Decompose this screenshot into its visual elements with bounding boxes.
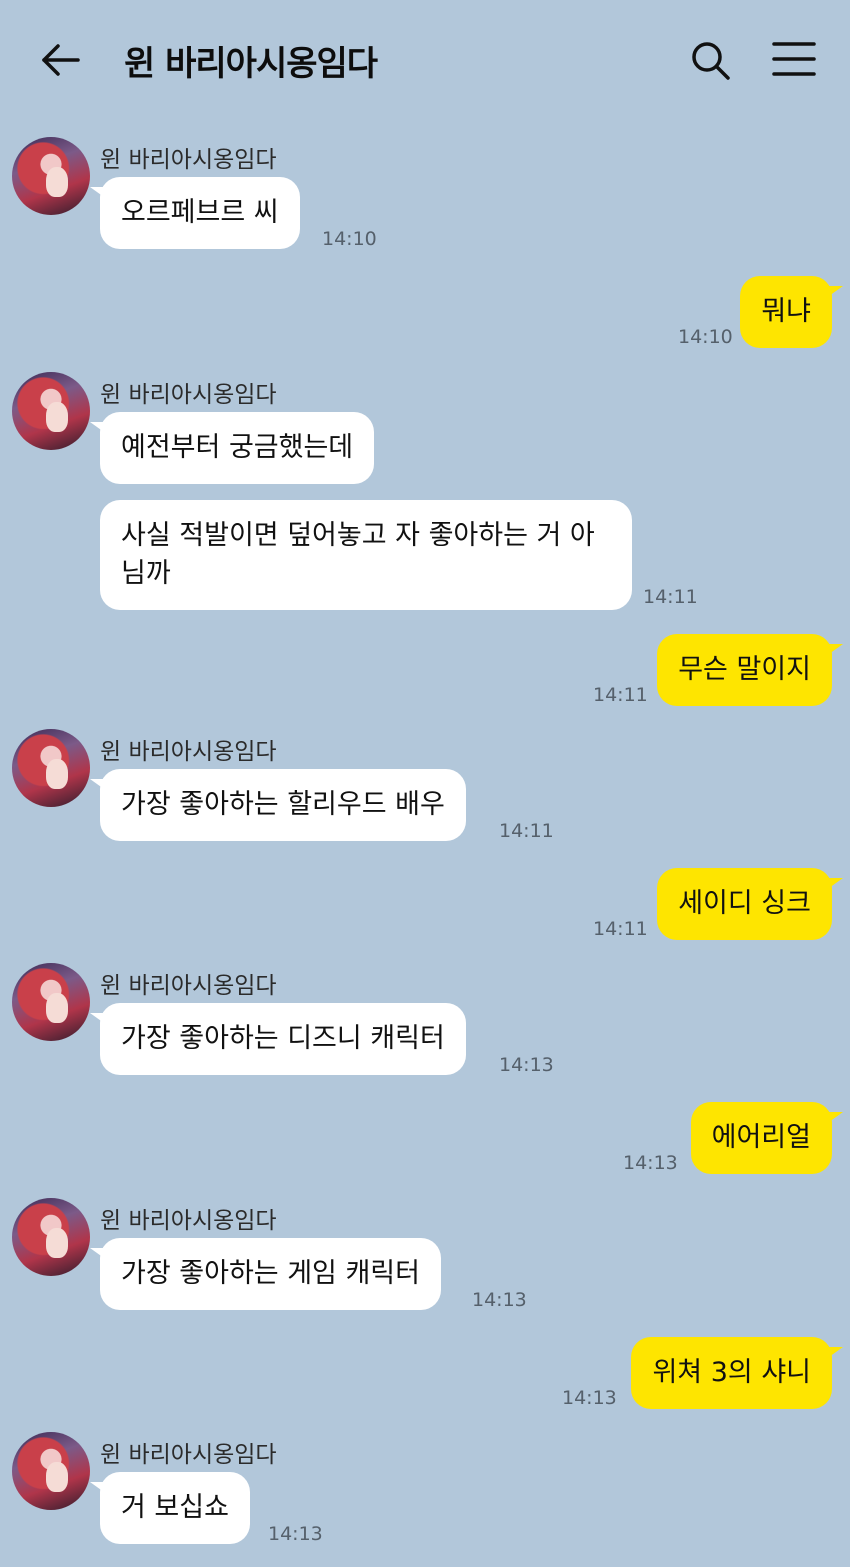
message-time: 14:13	[499, 1054, 554, 1076]
received-message-bubble[interactable]: 사실 적발이면 덮어놓고 자 좋아하는 거 아님까	[100, 500, 632, 610]
message-time: 14:13	[623, 1152, 678, 1174]
sender-name: 윈 바리아시옹임다	[100, 1442, 277, 1468]
sent-message-bubble[interactable]: 에어리얼	[690, 1102, 844, 1174]
menu-button[interactable]	[770, 38, 818, 80]
message-time: 14:10	[678, 326, 733, 348]
chat-title: 윈 바리아시옹임다	[124, 44, 378, 84]
message-time: 14:13	[562, 1387, 617, 1409]
chat-header: 윈 바리아시옹임다	[0, 0, 850, 118]
received-message-bubble[interactable]: 가장 좋아하는 디즈니 캐릭터	[90, 1003, 466, 1075]
sender-avatar[interactable]	[12, 1432, 90, 1510]
sent-message-bubble[interactable]: 무슨 말이지	[657, 634, 843, 706]
back-arrow-icon	[42, 44, 80, 76]
received-message-bubble[interactable]: 가장 좋아하는 게임 캐릭터	[90, 1238, 441, 1310]
sender-name: 윈 바리아시옹임다	[100, 973, 277, 999]
received-message-bubble[interactable]: 가장 좋아하는 할리우드 배우	[90, 769, 466, 841]
sent-message-bubble[interactable]: 세이디 싱크	[657, 868, 843, 940]
message-time: 14:11	[593, 684, 648, 706]
hamburger-menu-icon	[772, 42, 816, 76]
back-button[interactable]	[36, 38, 84, 82]
sender-avatar[interactable]	[12, 963, 90, 1041]
sender-avatar[interactable]	[12, 137, 90, 215]
sender-name: 윈 바리아시옹임다	[100, 1208, 277, 1234]
sender-avatar[interactable]	[12, 1198, 90, 1276]
message-time: 14:11	[499, 820, 554, 842]
received-message-bubble[interactable]: 거 보십쇼	[90, 1472, 250, 1544]
sender-name: 윈 바리아시옹임다	[100, 382, 277, 408]
message-time: 14:13	[472, 1289, 527, 1311]
message-time: 14:13	[268, 1523, 323, 1545]
message-time: 14:11	[643, 586, 698, 608]
search-icon	[692, 42, 730, 80]
search-button[interactable]	[688, 38, 734, 84]
sender-avatar[interactable]	[12, 372, 90, 450]
received-message-bubble[interactable]: 오르페브르 씨	[90, 177, 300, 249]
sent-message-bubble[interactable]: 뭐냐	[740, 276, 843, 348]
sent-message-bubble[interactable]: 위쳐 3의 샤니	[631, 1337, 843, 1409]
sender-name: 윈 바리아시옹임다	[100, 147, 277, 173]
sender-avatar[interactable]	[12, 729, 90, 807]
received-message-bubble[interactable]: 예전부터 궁금했는데	[89, 412, 375, 484]
sender-name: 윈 바리아시옹임다	[100, 739, 277, 765]
message-time: 14:10	[322, 228, 377, 250]
message-time: 14:11	[593, 918, 648, 940]
